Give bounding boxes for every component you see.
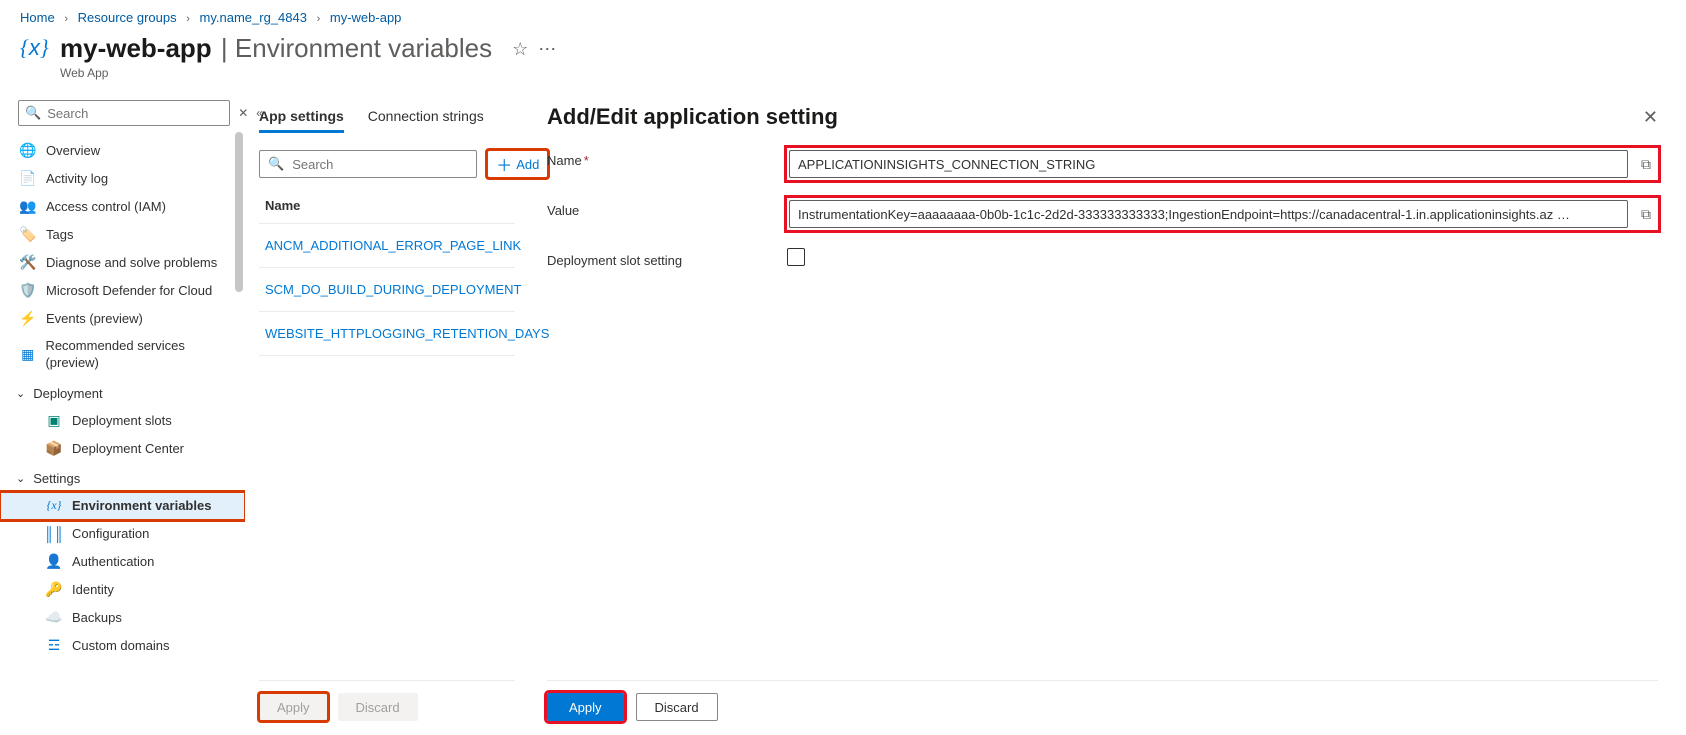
sidebar-nav: 🌐Overview 📄Activity log 👥Access control … <box>0 136 245 731</box>
sidebar-item-environment-variables[interactable]: {x}Environment variables <box>0 492 245 520</box>
chevron-down-icon: ⌄ <box>16 472 25 485</box>
sidebar-item-identity[interactable]: 🔑Identity <box>0 576 245 604</box>
sidebar-item-diagnose[interactable]: 🛠️Diagnose and solve problems <box>0 248 245 276</box>
events-icon: ⚡ <box>20 310 36 326</box>
sidebar-item-recommended[interactable]: ▦Recommended services (preview) <box>0 332 245 378</box>
search-icon: 🔍 <box>25 105 41 121</box>
shield-icon: 🛡️ <box>20 282 36 298</box>
apply-settings-button[interactable]: Apply <box>259 693 328 721</box>
settings-search-input[interactable] <box>292 157 468 172</box>
tab-app-settings[interactable]: App settings <box>259 102 344 133</box>
setting-name-input[interactable] <box>789 150 1628 178</box>
tag-icon: 🏷️ <box>20 226 36 242</box>
page-header: {x} my-web-app | Environment variables W… <box>0 33 1686 94</box>
sidebar: 🔍 ✕ « 🌐Overview 📄Activity log 👥Access co… <box>0 94 245 735</box>
sidebar-item-configuration[interactable]: ║║Configuration <box>0 520 245 548</box>
crumb-resource-groups[interactable]: Resource groups <box>78 10 177 25</box>
apply-button[interactable]: Apply <box>547 693 624 721</box>
page-subtitle: Web App <box>60 66 492 80</box>
label-value: Value <box>547 198 787 218</box>
setting-link[interactable]: ANCM_ADDITIONAL_ERROR_PAGE_LINK <box>265 238 521 253</box>
sidebar-search[interactable]: 🔍 <box>18 100 230 126</box>
slot-setting-checkbox[interactable] <box>787 248 805 266</box>
sidebar-scrollbar[interactable] <box>233 132 245 735</box>
crumb-home[interactable]: Home <box>20 10 55 25</box>
sidebar-group-deployment[interactable]: ⌄Deployment <box>0 378 245 407</box>
copy-value-button[interactable]: ⧉ <box>1636 204 1656 224</box>
settings-column-header-name: Name <box>259 178 515 223</box>
sidebar-item-overview[interactable]: 🌐Overview <box>0 136 245 164</box>
crumb-sep: › <box>317 13 321 25</box>
close-panel-button[interactable]: ✕ <box>1643 107 1658 128</box>
domains-icon: ☲ <box>46 638 62 654</box>
more-icon[interactable]: ⋯ <box>538 39 556 60</box>
label-name: Name* <box>547 148 787 168</box>
env-var-icon: {x} <box>46 498 62 514</box>
search-icon: 🔍 <box>268 156 284 172</box>
box-icon: 📦 <box>46 441 62 457</box>
edit-setting-panel: Add/Edit application setting ✕ Name* ⧉ V… <box>527 94 1686 735</box>
people-icon: 👥 <box>20 198 36 214</box>
tab-connection-strings[interactable]: Connection strings <box>368 102 484 133</box>
sidebar-item-tags[interactable]: 🏷️Tags <box>0 220 245 248</box>
discard-button[interactable]: Discard <box>636 693 718 721</box>
setting-link[interactable]: WEBSITE_HTTPLOGGING_RETENTION_DAYS <box>265 326 549 341</box>
pin-icon[interactable]: ☆ <box>512 39 528 60</box>
sidebar-item-events[interactable]: ⚡Events (preview) <box>0 304 245 332</box>
plus-icon: ＋ <box>496 152 512 176</box>
setting-row: SCM_DO_BUILD_DURING_DEPLOYMENT <box>259 267 515 311</box>
label-slot-setting: Deployment slot setting <box>547 248 787 268</box>
crumb-rg[interactable]: my.name_rg_4843 <box>200 10 307 25</box>
sidebar-item-activity-log[interactable]: 📄Activity log <box>0 164 245 192</box>
settings-column: App settings Connection strings 🔍 ＋ Add … <box>245 94 527 735</box>
settings-search[interactable]: 🔍 <box>259 150 477 178</box>
header-actions: ☆ ⋯ <box>512 39 556 60</box>
discard-settings-button[interactable]: Discard <box>338 693 418 721</box>
panel-title: Add/Edit application setting <box>547 104 838 130</box>
chevron-down-icon: ⌄ <box>16 387 25 400</box>
crumb-sep: › <box>64 13 68 25</box>
config-icon: ║║ <box>46 526 62 542</box>
log-icon: 📄 <box>20 170 36 186</box>
setting-row: ANCM_ADDITIONAL_ERROR_PAGE_LINK <box>259 223 515 267</box>
auth-icon: 👤 <box>46 554 62 570</box>
sidebar-search-input[interactable] <box>47 106 223 121</box>
sidebar-item-deployment-slots[interactable]: ▣Deployment slots <box>0 407 245 435</box>
page-title: my-web-app | Environment variables <box>60 33 492 64</box>
crumb-sep: › <box>186 13 190 25</box>
sidebar-item-defender[interactable]: 🛡️Microsoft Defender for Cloud <box>0 276 245 304</box>
sidebar-item-backups[interactable]: ☁️Backups <box>0 604 245 632</box>
backup-icon: ☁️ <box>46 610 62 626</box>
sidebar-item-authentication[interactable]: 👤Authentication <box>0 548 245 576</box>
slots-icon: ▣ <box>46 413 62 429</box>
settings-tabs: App settings Connection strings <box>259 102 515 134</box>
copy-name-button[interactable]: ⧉ <box>1636 154 1656 174</box>
diagnose-icon: 🛠️ <box>20 254 36 270</box>
sidebar-item-iam[interactable]: 👥Access control (IAM) <box>0 192 245 220</box>
crumb-webapp[interactable]: my-web-app <box>330 10 402 25</box>
globe-icon: 🌐 <box>20 142 36 158</box>
grid-icon: ▦ <box>20 347 35 363</box>
setting-row: WEBSITE_HTTPLOGGING_RETENTION_DAYS <box>259 311 515 356</box>
sidebar-item-custom-domains[interactable]: ☲Custom domains <box>0 632 245 660</box>
env-var-icon: {x} <box>20 35 50 65</box>
sidebar-item-deployment-center[interactable]: 📦Deployment Center <box>0 435 245 463</box>
setting-value-input[interactable] <box>789 200 1628 228</box>
sidebar-group-settings[interactable]: ⌄Settings <box>0 463 245 492</box>
breadcrumb: Home › Resource groups › my.name_rg_4843… <box>0 0 1686 33</box>
identity-icon: 🔑 <box>46 582 62 598</box>
setting-link[interactable]: SCM_DO_BUILD_DURING_DEPLOYMENT <box>265 282 521 297</box>
